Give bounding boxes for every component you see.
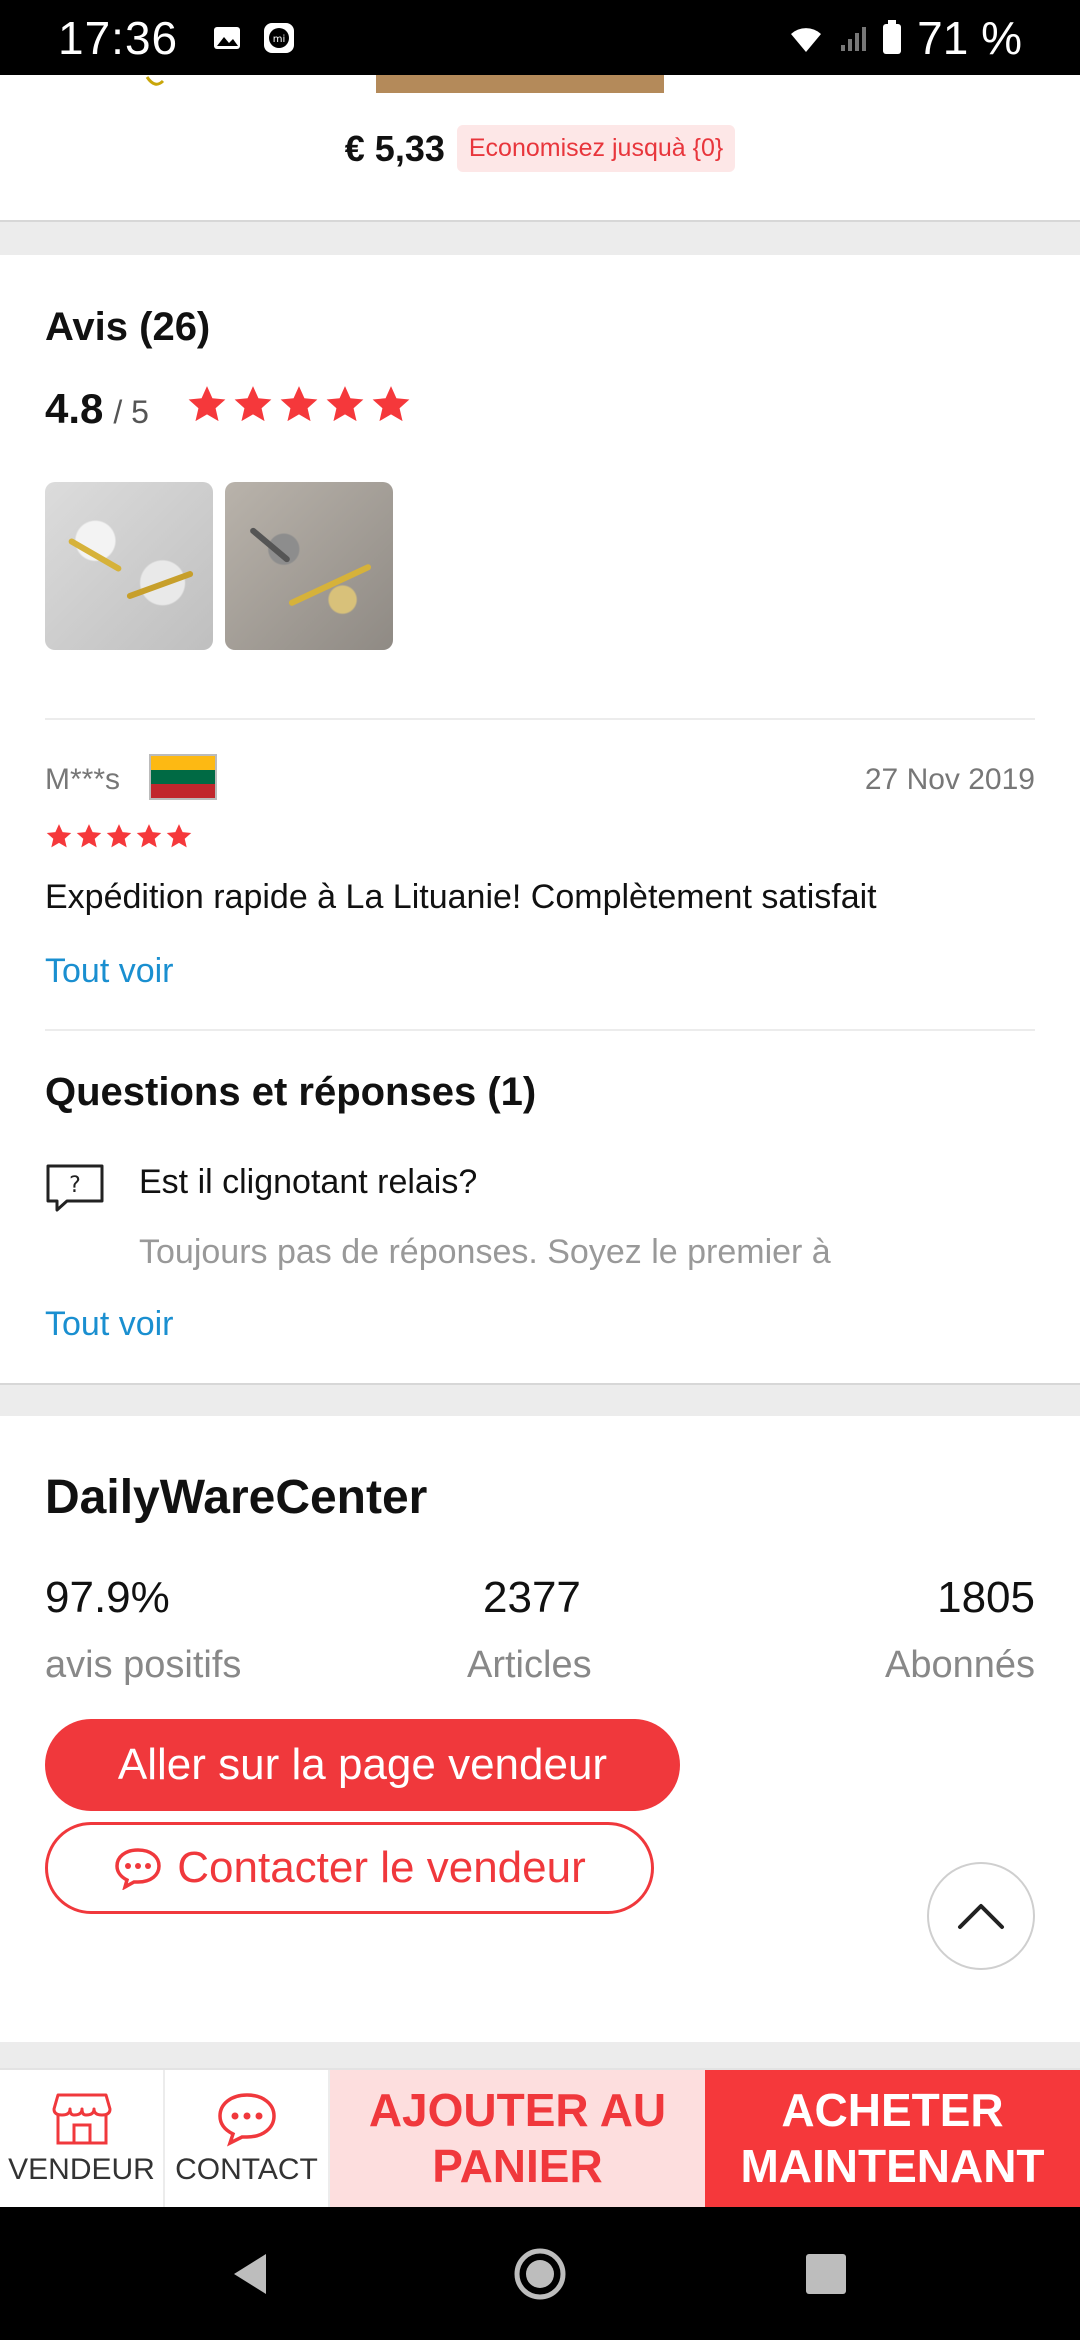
- go-to-store-label: Aller sur la page vendeur: [117, 1740, 608, 1789]
- nav-home-button[interactable]: [480, 2207, 600, 2340]
- gallery-icon: [214, 26, 241, 49]
- rating-stars: [186, 383, 412, 425]
- review-author: M***s: [45, 763, 121, 796]
- seller-positive-value: 97.9%: [45, 1573, 170, 1622]
- status-time: 17:36: [58, 11, 179, 64]
- review-date: 27 Nov 2019: [864, 763, 1035, 796]
- chevron-up-icon: [958, 1904, 1004, 1929]
- recents-square-icon: [806, 2253, 846, 2294]
- svg-text:?: ?: [69, 1173, 81, 1198]
- reviews-see-all-link[interactable]: Tout voir: [45, 952, 174, 991]
- store-icon: [52, 2093, 111, 2144]
- buy-now-line1: ACHETER: [781, 2084, 1004, 2137]
- store-tab-label: VENDEUR: [8, 2152, 155, 2186]
- system-nav-bar: [0, 2207, 1080, 2340]
- seller-section: DailyWareCenter 97.9% avis positifs 2377…: [0, 1416, 1080, 2042]
- battery-percent: 71 %: [917, 11, 1022, 64]
- star-icon: [372, 386, 410, 422]
- star-icon: [106, 824, 132, 848]
- signal-icon: [841, 26, 867, 51]
- contact-tab-label: CONTACT: [175, 2152, 318, 2186]
- seller-articles-value: 2377: [483, 1573, 581, 1622]
- review-text: Expédition rapide à La Lituanie! Complèt…: [45, 878, 877, 916]
- review-photo[interactable]: [45, 482, 213, 650]
- qa-title[interactable]: Questions et réponses (1): [45, 1070, 536, 1115]
- reviews-section: Avis (26) 4.8 / 5 M***s 27 Nov 2019 Expé…: [0, 255, 1080, 1383]
- wifi-icon: [791, 27, 822, 52]
- status-notification-icons: mi: [212, 21, 296, 55]
- contact-tab-button[interactable]: CONTACT: [165, 2070, 330, 2207]
- lithuania-flag-icon: [149, 754, 217, 800]
- section-separator: [0, 1383, 1080, 1416]
- star-icon: [326, 386, 364, 422]
- seller-followers-value: 1805: [937, 1573, 1035, 1622]
- product-image[interactable]: [376, 75, 664, 93]
- star-icon: [188, 386, 226, 422]
- back-triangle-icon: [234, 2253, 266, 2294]
- star-icon: [46, 824, 72, 848]
- star-icon: [280, 386, 318, 422]
- home-circle-icon: [514, 2248, 566, 2299]
- go-to-store-button[interactable]: Aller sur la page vendeur: [45, 1719, 680, 1811]
- seller-followers-label: Abonnés: [884, 1644, 1035, 1686]
- contact-seller-button[interactable]: Contacter le vendeur: [45, 1822, 654, 1914]
- nav-back-button[interactable]: [190, 2207, 310, 2340]
- status-right: 71 %: [787, 11, 1022, 65]
- add-to-cart-button[interactable]: AJOUTER AU PANIER: [330, 2070, 705, 2207]
- status-bar: 17:36 mi 71 %: [0, 0, 1080, 75]
- buy-now-button[interactable]: ACHETER MAINTENANT: [705, 2070, 1080, 2207]
- divider: [45, 718, 1035, 720]
- section-separator: [0, 220, 1080, 255]
- product-price: € 5,33: [344, 127, 445, 169]
- section-separator: [0, 2042, 1080, 2068]
- seller-articles-label: Articles: [467, 1644, 592, 1686]
- chat-bubble-icon: [217, 2092, 276, 2146]
- chat-bubble-icon: [115, 1848, 162, 1890]
- question-bubble-icon: ?: [46, 1164, 104, 1212]
- qa-question[interactable]: Est il clignotant relais?: [139, 1163, 477, 1202]
- add-to-cart-line2: PANIER: [432, 2139, 603, 2192]
- seller-positive-label: avis positifs: [45, 1644, 242, 1686]
- nav-recents-button[interactable]: [766, 2207, 886, 2340]
- star-icon: [234, 386, 272, 422]
- back-to-top-button[interactable]: [927, 1862, 1035, 1970]
- rating-value: 4.8: [45, 385, 104, 432]
- svg-text:mi: mi: [273, 34, 286, 45]
- bottom-action-bar: VENDEUR CONTACT AJOUTER AU PANIER ACHETE…: [0, 2068, 1080, 2207]
- review-photos: [45, 482, 393, 650]
- qa-see-all-link[interactable]: Tout voir: [45, 1305, 174, 1344]
- star-icon: [166, 824, 192, 848]
- review-stars: [45, 822, 193, 850]
- mi-app-icon: mi: [264, 22, 295, 53]
- seller-name[interactable]: DailyWareCenter: [45, 1470, 427, 1525]
- store-tab-button[interactable]: VENDEUR: [0, 2070, 165, 2207]
- star-icon: [136, 824, 162, 848]
- qa-answer: Toujours pas de réponses. Soyez le premi…: [139, 1233, 831, 1271]
- product-price-section: € 5,33 Economisez jusquà {0}: [0, 75, 1080, 220]
- divider: [45, 1029, 1035, 1031]
- product-thumbnail: [145, 76, 165, 86]
- rating-max: / 5: [113, 394, 149, 430]
- rating-summary: 4.8 / 5: [45, 385, 149, 433]
- star-icon: [76, 824, 102, 848]
- review-photo[interactable]: [225, 482, 393, 650]
- price-row: € 5,33 Economisez jusquà {0}: [0, 125, 1080, 172]
- add-to-cart-line1: AJOUTER AU: [368, 2084, 667, 2137]
- save-badge: Economisez jusquà {0}: [456, 125, 736, 172]
- buy-now-line2: MAINTENANT: [740, 2139, 1045, 2192]
- reviews-title[interactable]: Avis (26): [45, 305, 210, 350]
- contact-seller-label: Contacter le vendeur: [177, 1843, 586, 1892]
- battery-icon: [883, 19, 902, 54]
